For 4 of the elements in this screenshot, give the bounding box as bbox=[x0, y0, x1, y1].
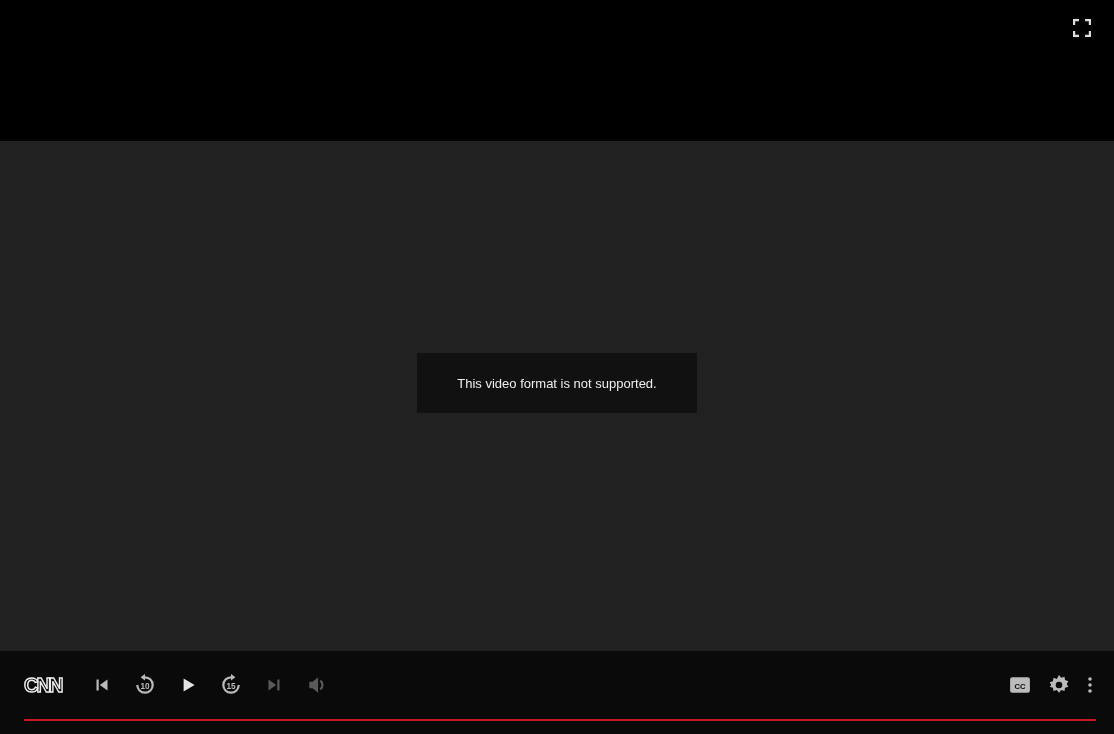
fullscreen-button[interactable] bbox=[1072, 18, 1092, 38]
error-message: This video format is not supported. bbox=[417, 353, 697, 413]
fullscreen-icon bbox=[1073, 19, 1091, 37]
more-icon bbox=[1087, 676, 1093, 694]
